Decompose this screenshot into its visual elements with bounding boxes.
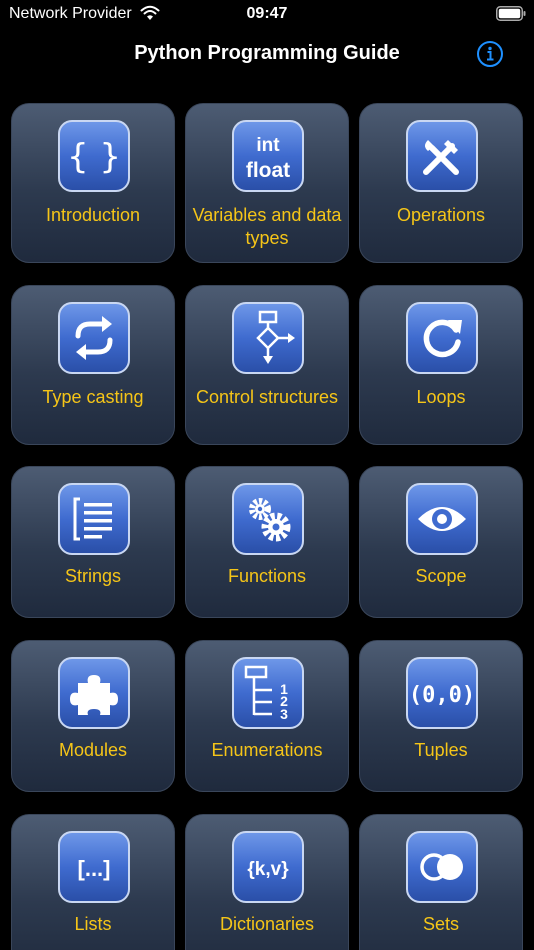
tools-icon	[406, 120, 478, 192]
convert-arrows-icon	[58, 302, 130, 374]
svg-text:int: int	[256, 135, 280, 156]
topic-card-scope[interactable]: Scope	[359, 466, 523, 618]
topic-label: Functions	[227, 566, 307, 586]
topic-card-introduction[interactable]: { } Introduction	[11, 103, 175, 263]
tuple-glyph: (0,0)	[412, 683, 472, 708]
flowchart-icon	[232, 302, 304, 374]
dict-glyph: {k,v}	[247, 859, 289, 880]
topic-card-type-casting[interactable]: Type casting	[11, 285, 175, 445]
topic-card-strings[interactable]: Strings	[11, 466, 175, 618]
svg-text:float: float	[246, 159, 290, 182]
topic-label: Type casting	[42, 387, 144, 407]
topic-label: Strings	[64, 566, 122, 586]
sets-icon	[406, 831, 478, 903]
topic-card-sets[interactable]: Sets	[359, 814, 523, 950]
list-glyph: [...]	[78, 856, 111, 881]
eye-icon	[406, 483, 478, 555]
topic-card-control-structures[interactable]: Control structures	[185, 285, 349, 445]
topic-label: Lists	[74, 914, 112, 934]
topics-grid: { } Introduction int float Variables and…	[0, 0, 534, 950]
braces-glyph: { }	[67, 137, 121, 177]
gears-icon	[232, 483, 304, 555]
topic-card-enumerations[interactable]: 1 2 3 Enumerations	[185, 640, 349, 792]
svg-text:3: 3	[280, 706, 288, 722]
topic-label: Sets	[422, 914, 460, 934]
topic-label: Operations	[396, 205, 486, 225]
topic-label: Dictionaries	[219, 914, 315, 934]
topic-card-loops[interactable]: Loops	[359, 285, 523, 445]
topic-card-tuples[interactable]: (0,0) Tuples	[359, 640, 523, 792]
topic-label: Tuples	[414, 740, 468, 760]
braces-icon: { }	[58, 120, 130, 192]
numbered-list-icon: 1 2 3	[232, 657, 304, 729]
topic-label: Modules	[58, 740, 128, 760]
tuple-icon: (0,0)	[406, 657, 478, 729]
topic-label: Introduction	[45, 205, 141, 225]
topic-card-functions[interactable]: Functions	[185, 466, 349, 618]
topic-label: Enumerations	[211, 740, 323, 760]
text-lines-icon	[58, 483, 130, 555]
topic-label: Variables and data types	[192, 205, 342, 248]
topic-card-lists[interactable]: [...] Lists	[11, 814, 175, 950]
dictionary-icon: {k,v}	[232, 831, 304, 903]
topic-card-modules[interactable]: Modules	[11, 640, 175, 792]
topic-card-dictionaries[interactable]: {k,v} Dictionaries	[185, 814, 349, 950]
topic-label: Scope	[415, 566, 467, 586]
topic-label: Loops	[416, 387, 466, 407]
topic-card-operations[interactable]: Operations	[359, 103, 523, 263]
list-brackets-icon: [...]	[58, 831, 130, 903]
topic-label: Control structures	[195, 387, 339, 407]
puzzle-icon	[58, 657, 130, 729]
loop-arrow-icon	[406, 302, 478, 374]
topic-card-variables[interactable]: int float Variables and data types	[185, 103, 349, 263]
int-float-icon: int float	[232, 120, 304, 192]
